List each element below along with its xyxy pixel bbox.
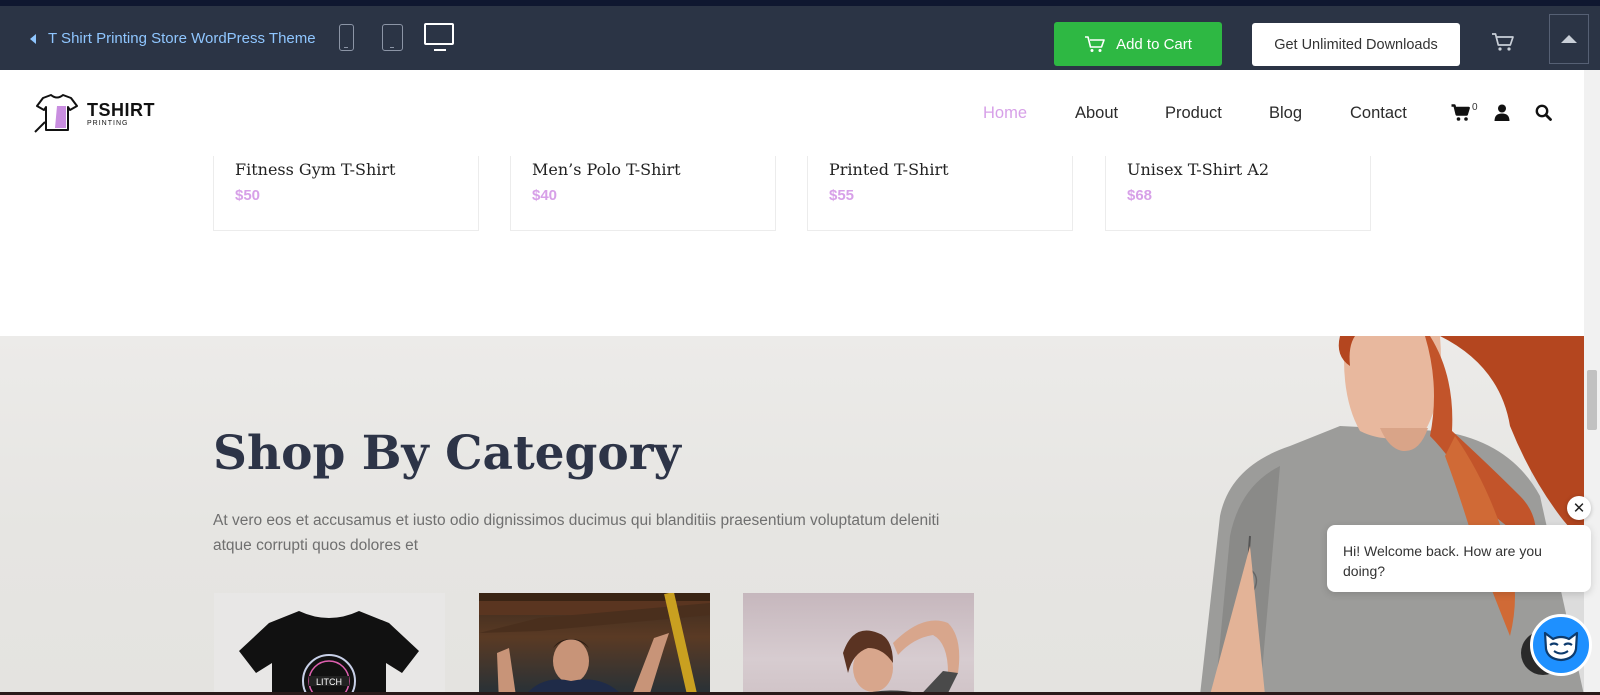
section-description: At vero eos et accusamus et iusto odio d… [213, 512, 940, 554]
phone-icon[interactable] [339, 24, 354, 51]
product-price: $68 [1127, 187, 1153, 204]
logo-title: TSHIRT [87, 100, 155, 120]
product-title[interactable]: Fitness Gym T-Shirt [235, 160, 395, 179]
arrow-up-icon[interactable] [1549, 14, 1589, 64]
user-icon[interactable] [1494, 104, 1510, 126]
header-cart-icon[interactable] [1451, 104, 1471, 127]
chat-launcher-button[interactable] [1530, 614, 1592, 676]
back-arrow-icon [30, 33, 36, 44]
nav-home[interactable]: Home [983, 104, 1027, 123]
close-icon: ✕ [1572, 500, 1586, 517]
site-logo[interactable]: TSHIRT PRINTING [33, 92, 155, 136]
product-price: $50 [235, 187, 261, 204]
category-image-man[interactable] [479, 593, 710, 695]
shop-by-category-section: Shop By Category At vero eos et accusamu… [0, 336, 1584, 695]
desktop-icon[interactable] [424, 23, 454, 51]
nav-about[interactable]: About [1075, 104, 1118, 123]
scrollbar[interactable] [1584, 70, 1600, 695]
product-price: $55 [829, 187, 855, 204]
get-unlimited-downloads-button[interactable]: Get Unlimited Downloads [1252, 23, 1460, 66]
site-header: TSHIRT PRINTING Home About Product Blog … [0, 70, 1584, 156]
nav-product[interactable]: Product [1165, 104, 1222, 123]
product-card[interactable]: Fitness Gym T-Shirt $50 [213, 156, 479, 231]
tshirt-logo-icon [33, 92, 81, 136]
preview-bar: T Shirt Printing Store WordPress Theme A… [0, 0, 1600, 70]
category-image-woman[interactable] [743, 593, 974, 695]
nav-contact[interactable]: Contact [1350, 104, 1407, 123]
search-icon[interactable] [1535, 104, 1552, 126]
section-title: Shop By Category [213, 426, 681, 481]
cart-count-badge: 0 [1472, 102, 1478, 113]
get-unlimited-downloads-label: Get Unlimited Downloads [1274, 36, 1438, 53]
product-price: $40 [532, 187, 558, 204]
product-title[interactable]: Men’s Polo T-Shirt [532, 160, 681, 179]
chat-close-button[interactable]: ✕ [1567, 496, 1591, 520]
nav-blog[interactable]: Blog [1269, 104, 1302, 123]
chat-message-text: Hi! Welcome back. How are you doing? [1343, 543, 1542, 579]
add-to-cart-label: Add to Cart [1116, 35, 1192, 53]
product-card[interactable]: Men’s Polo T-Shirt $40 [510, 156, 776, 231]
scrollbar-thumb[interactable] [1587, 370, 1597, 430]
product-card[interactable]: Unisex T-Shirt A2 $68 [1105, 156, 1371, 231]
product-card[interactable]: Printed T-Shirt $55 [807, 156, 1073, 231]
logo-subtitle: PRINTING [87, 120, 129, 127]
chat-message-bubble[interactable]: Hi! Welcome back. How are you doing? [1327, 525, 1591, 592]
shirt-print-text: LITCH [316, 677, 342, 687]
cat-mascot-icon [1543, 631, 1579, 662]
tablet-icon[interactable] [382, 24, 403, 51]
add-to-cart-button[interactable]: Add to Cart [1054, 22, 1222, 66]
category-image-tshirt[interactable]: LITCH [214, 593, 445, 695]
back-link-label: T Shirt Printing Store WordPress Theme [48, 30, 316, 47]
product-list: Fitness Gym T-Shirt $50 Men’s Polo T-Shi… [0, 156, 1584, 336]
cart-icon [1085, 36, 1105, 52]
back-link[interactable]: T Shirt Printing Store WordPress Theme [30, 30, 316, 47]
product-title[interactable]: Unisex T-Shirt A2 [1127, 160, 1269, 179]
product-title[interactable]: Printed T-Shirt [829, 160, 949, 179]
topbar-cart-icon[interactable] [1491, 32, 1515, 57]
